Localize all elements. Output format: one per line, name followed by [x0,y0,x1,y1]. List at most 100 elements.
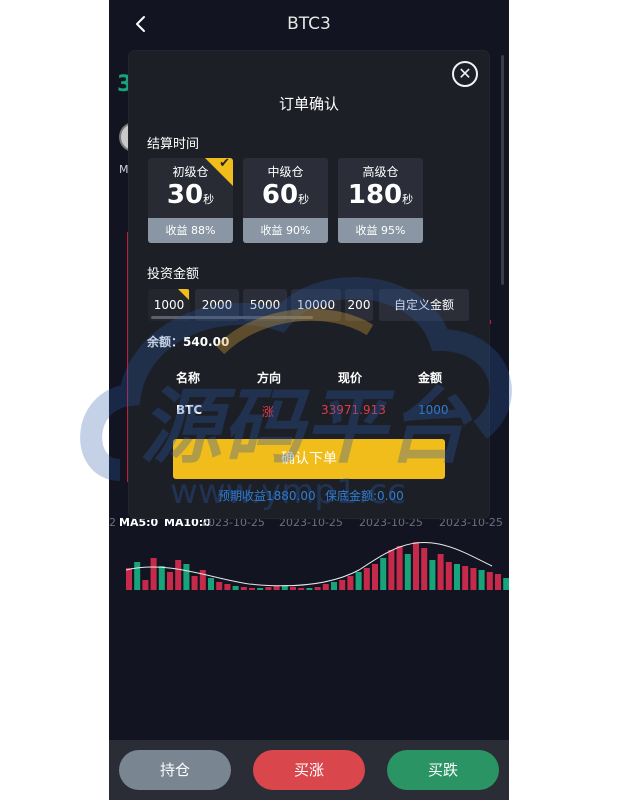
volume-bar [314,587,321,590]
buy-up-button[interactable]: 买涨 [253,750,365,790]
volume-bar [495,574,501,590]
scrollbar[interactable] [501,55,504,285]
volume-bar [240,587,247,590]
volume-bar [290,587,296,590]
volume-bar [486,572,493,590]
volume-bar [134,562,141,590]
volume-bar [298,588,305,590]
volume-bar [150,558,157,590]
plan-duration: 180秒 [338,180,423,210]
volume-bar [355,572,362,590]
plan-duration: 30秒 [148,180,233,210]
plan-duration: 60秒 [243,180,328,210]
volume-bar [208,578,214,590]
hold-label: 持仓 [159,761,190,779]
volume-bar [199,570,206,590]
plan-income: 收益 90% [243,218,328,243]
bottom-action-bar: 持仓 买涨 买跌 [109,740,509,800]
volume-bar [273,586,280,590]
amount-scrollbar[interactable] [151,316,313,319]
confirm-order-button[interactable]: 确认下单 [173,439,445,479]
plan-card-basic[interactable]: ✔ 初级仓 30秒 收益 88% [148,158,233,243]
volume-bar [175,560,182,590]
order-header-price: 现价 [338,371,363,385]
volume-bar [306,588,313,590]
plan-seconds: 60 [261,180,299,210]
plan-name: 初级仓 [172,165,209,179]
balance-label: 余额：540.00 [147,335,230,349]
volume-bar [183,564,190,590]
app-screen: BTC3 3 M 2 MA5:0 MA10:0 2023-10-25 2023-… [109,0,509,800]
amount-label: 5000 [249,298,281,312]
order-name: BTC [176,403,203,417]
plan-income: 收益 95% [338,218,423,243]
volume-bar [257,588,264,590]
top-bar: BTC3 [109,0,509,50]
background-ma-indicator: M [119,163,129,176]
selected-flag [178,289,189,300]
modal-title: 订单确认 [278,95,339,113]
volume-bar [363,568,370,590]
plan-unit: 秒 [203,193,215,206]
plan-seconds: 30 [166,180,204,210]
volume-bar [142,580,149,590]
amount-label: 10000 [296,298,336,312]
amount-label: 200 [347,298,371,312]
order-confirm-modal: ✕ 订单确认 结算时间 ✔ 初级仓 30秒 收益 88% 中级仓 60秒 收益 … [129,51,489,518]
plan-card-advanced[interactable]: 高级仓 180秒 收益 95% [338,158,423,243]
volume-bar [158,566,165,590]
investment-amount-label: 投资金额 [147,267,200,282]
volume-bar [322,584,329,590]
plan-card-intermediate[interactable]: 中级仓 60秒 收益 90% [243,158,328,243]
close-button[interactable]: ✕ [452,61,478,87]
volume-bar [372,564,378,590]
margin-amount: 保底金额:0.00 [325,489,404,503]
volume-bar [224,584,231,590]
volume-chart [125,541,509,590]
order-direction: 涨 [262,405,275,419]
custom-amount-button[interactable]: 自定义金额 [379,289,469,321]
amount-label: 1000 [153,298,185,312]
volume-bar [454,564,460,590]
confirm-order-label: 确认下单 [281,451,337,467]
plan-unit: 秒 [298,193,310,206]
volume-bar [437,554,444,590]
close-icon: ✕ [458,64,472,83]
plan-unit: 秒 [402,193,414,206]
volume-bar [380,558,387,590]
volume-bar [265,587,272,590]
buy-down-button[interactable]: 买跌 [387,750,499,790]
volume-bar [503,578,509,590]
edge-date-fragment: 2 [109,516,116,529]
volume-bar [126,568,132,590]
plan-seconds: 180 [347,180,403,210]
order-price: 33971.913 [321,403,386,417]
order-amount: 1000 [418,403,449,417]
volume-bar [470,568,477,590]
volume-bar [421,548,428,590]
order-header-name: 名称 [176,371,201,385]
order-header-direction: 方向 [257,371,282,385]
expected-income: 预期收益1880.00 [218,489,316,503]
amount-option-partial[interactable]: 200 [345,289,373,321]
buy-up-label: 买涨 [293,761,324,779]
volume-bar [232,586,239,590]
volume-bar [339,580,346,590]
buy-down-label: 买跌 [427,761,458,779]
volume-bar [445,562,452,590]
volume-bar [478,570,485,590]
volume-bar [347,576,354,590]
volume-bar [462,566,469,590]
plan-name: 高级仓 [362,165,399,179]
volume-bar [429,560,436,590]
hold-button[interactable]: 持仓 [119,750,231,790]
plan-name: 中级仓 [267,165,304,179]
custom-amount-label: 自定义金额 [393,298,454,312]
settlement-time-label: 结算时间 [147,137,200,152]
volume-bar [331,582,337,590]
page-title: BTC3 [287,14,331,34]
volume-bar [388,550,395,590]
volume-bar [249,588,255,590]
volume-bar [396,546,403,590]
volume-bar [191,576,198,590]
